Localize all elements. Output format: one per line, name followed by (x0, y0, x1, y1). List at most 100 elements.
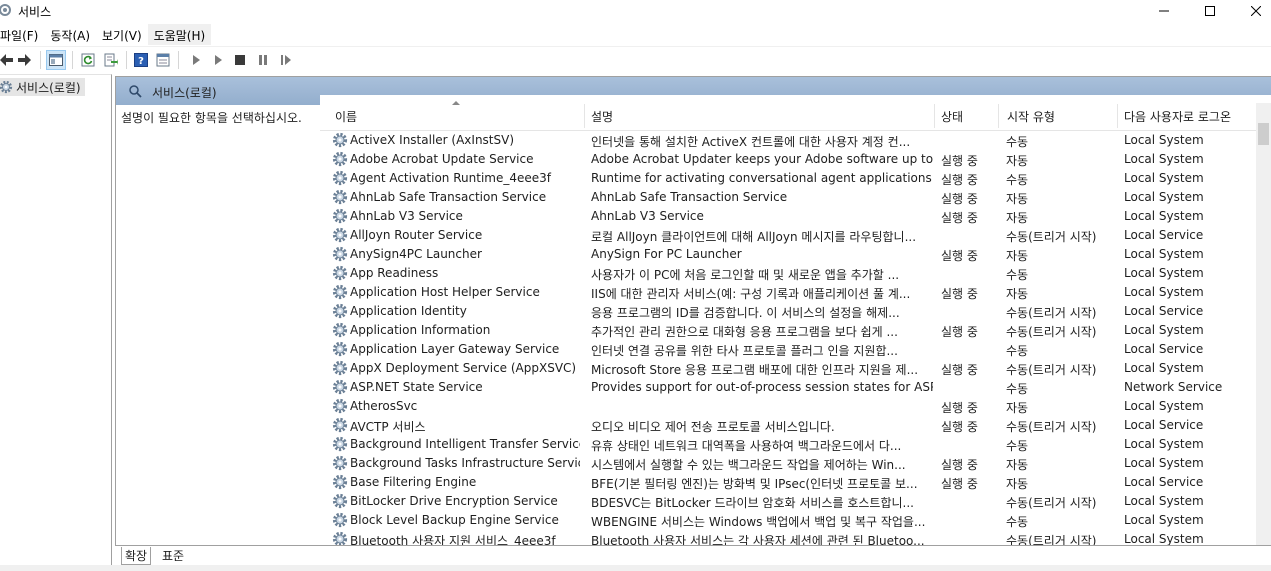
menu-action[interactable]: 동작(A) (44, 24, 96, 45)
service-row[interactable]: AhnLab Safe Transaction Service AhnLab Sa… (320, 188, 1260, 207)
service-name: ASP.NET State Service (350, 380, 483, 394)
gear-icon (332, 132, 348, 148)
service-startup-type: 자동 (1006, 192, 1029, 206)
service-name: Application Information (350, 323, 491, 337)
scrollbar-thumb[interactable] (1258, 123, 1269, 145)
service-logon: Local System (1124, 494, 1204, 508)
gear-icon (332, 379, 348, 395)
service-startup-type: 수동(트리거 시작) (1006, 325, 1097, 339)
minimize-icon (1159, 10, 1169, 12)
service-row[interactable]: Background Tasks Infrastructure Service 시… (320, 454, 1260, 473)
service-row[interactable]: AtherosSvc 실행 중 자동 Local System (320, 397, 1260, 416)
menu-help[interactable]: 도움말(H) (147, 24, 212, 45)
stop-service-button[interactable] (230, 50, 250, 70)
column-divider[interactable] (934, 104, 935, 128)
gear-icon (332, 417, 348, 433)
service-row[interactable]: ASP.NET State Service Provides support fo… (320, 378, 1260, 397)
close-button[interactable] (1233, 0, 1271, 22)
service-row[interactable]: Block Level Backup Engine Service WBENGIN… (320, 511, 1260, 530)
service-logon: Network Service (1124, 380, 1223, 394)
service-row[interactable]: Application Layer Gateway Service 인터넷 연결 … (320, 340, 1260, 359)
service-logon: Local System (1124, 190, 1204, 204)
forward-arrow-icon (18, 54, 31, 66)
toolbar-separator (126, 51, 127, 69)
service-description: 사용자가 이 PC에 처음 로그인할 때 및 새로운 앱을 추가할 ... (591, 268, 900, 282)
service-name: BitLocker Drive Encryption Service (350, 494, 558, 508)
gear-icon (332, 189, 348, 205)
service-row[interactable]: Application Identity 응용 프로그램의 ID를 검증합니다. … (320, 302, 1260, 321)
restart-service-button[interactable] (276, 50, 296, 70)
main-header-title: 서비스(로컬) (152, 86, 217, 100)
service-logon: Local System (1124, 323, 1204, 337)
svg-text:?: ? (138, 56, 144, 67)
service-status: 실행 중 (941, 477, 978, 491)
export-list-button[interactable] (101, 50, 121, 70)
menu-view[interactable]: 보기(V) (96, 24, 148, 45)
description-text: 설명이 필요한 항목을 선택하십시오. (121, 111, 302, 125)
service-row[interactable]: AppX Deployment Service (AppXSVC) Microso… (320, 359, 1260, 378)
service-row[interactable]: Application Host Helper Service IIS에 대한 관… (320, 283, 1260, 302)
service-startup-type: 수동 (1006, 344, 1029, 358)
maximize-button[interactable] (1187, 0, 1233, 22)
forward-button[interactable] (15, 50, 35, 70)
gear-icon (332, 170, 348, 186)
service-logon: Local Service (1124, 228, 1204, 242)
service-row[interactable]: Background Intelligent Transfer Service 유… (320, 435, 1260, 454)
console-tree-button[interactable] (46, 50, 66, 70)
service-name: Application Identity (350, 304, 467, 318)
column-header-description[interactable]: 설명 (591, 108, 613, 125)
service-row[interactable]: Application Information 추가적인 관리 권한으로 대화형 … (320, 321, 1260, 340)
refresh-button[interactable] (78, 50, 98, 70)
service-description: Provides support for out-of-process sess… (591, 380, 933, 394)
status-bar (0, 565, 1271, 571)
service-description: BDESVC는 BitLocker 드라이브 암호화 서비스를 호스트합니... (591, 496, 914, 510)
properties-button[interactable] (153, 50, 173, 70)
start-service-alt-button[interactable] (208, 50, 228, 70)
service-description: BFE(기본 필터링 엔진)는 방화벽 및 IPsec(인터넷 프로토콜 보..… (591, 477, 918, 491)
service-row[interactable]: Adobe Acrobat Update Service Adobe Acroba… (320, 150, 1260, 169)
service-description: 시스템에서 실행할 수 있는 백그라운드 작업을 제어하는 Win... (591, 458, 906, 472)
service-row[interactable]: Base Filtering Engine BFE(기본 필터링 엔진)는 방화벽… (320, 473, 1260, 492)
service-row[interactable]: AVCTP 서비스 오디오 비디오 제어 전송 프로토콜 서비스입니다. 실행 중 수… (320, 416, 1260, 435)
back-button[interactable] (0, 50, 16, 70)
service-row[interactable]: Agent Activation Runtime_4eee3f Runtime f… (320, 169, 1260, 188)
service-row[interactable]: App Readiness 사용자가 이 PC에 처음 로그인할 때 및 새로운 … (320, 264, 1260, 283)
service-name: AppX Deployment Service (AppXSVC) (350, 361, 577, 375)
service-logon: Local Service (1124, 304, 1204, 318)
service-logon: Local System (1124, 266, 1204, 280)
column-header-startup-type[interactable]: 시작 유형 (1007, 108, 1055, 125)
column-divider[interactable] (584, 104, 585, 128)
view-tabs: 확장 표준 (115, 545, 1271, 565)
service-row[interactable]: AnySign4PC Launcher AnySign For PC Launch… (320, 245, 1260, 264)
minimize-button[interactable] (1141, 0, 1187, 22)
service-row[interactable]: ActiveX Installer (AxInstSV) 인터넷을 통해 설치한 … (320, 131, 1260, 150)
service-status: 실행 중 (941, 325, 978, 339)
column-divider[interactable] (998, 104, 999, 128)
tab-extended[interactable]: 확장 (121, 547, 152, 565)
service-startup-type: 자동 (1006, 154, 1029, 168)
app-icon (0, 4, 11, 16)
service-row[interactable]: AhnLab V3 Service AhnLab V3 Service 실행 중 자동… (320, 207, 1260, 226)
pause-service-button[interactable] (253, 50, 273, 70)
service-row[interactable]: BitLocker Drive Encryption Service BDESVC… (320, 492, 1260, 511)
start-service-button[interactable] (186, 50, 206, 70)
vertical-scrollbar[interactable] (1256, 103, 1271, 545)
column-header-status[interactable]: 상태 (941, 108, 963, 125)
console-tree-icon (49, 54, 63, 66)
service-name: AtherosSvc (350, 399, 418, 413)
service-logon: Local Service (1124, 342, 1204, 356)
tree-item-services-local[interactable]: 서비스(로컬) (0, 78, 85, 96)
help-button[interactable]: ? (131, 50, 151, 70)
column-header-logon[interactable]: 다음 사용자로 로그온 (1124, 108, 1231, 125)
menu-file[interactable]: 파일(F) (0, 24, 44, 45)
service-startup-type: 수동(트리거 시작) (1006, 496, 1097, 510)
service-row[interactable]: AllJoyn Router Service 로컬 AllJoyn 클라이언트에 … (320, 226, 1260, 245)
service-logon: Local System (1124, 247, 1204, 261)
service-status: 실행 중 (941, 211, 978, 225)
column-divider[interactable] (1117, 104, 1118, 128)
column-header-name[interactable]: 이름 (335, 108, 357, 125)
service-name: AnySign4PC Launcher (350, 247, 482, 261)
service-logon: Local System (1124, 437, 1204, 451)
tab-standard[interactable]: 표준 (159, 547, 187, 564)
service-startup-type: 자동 (1006, 477, 1029, 491)
